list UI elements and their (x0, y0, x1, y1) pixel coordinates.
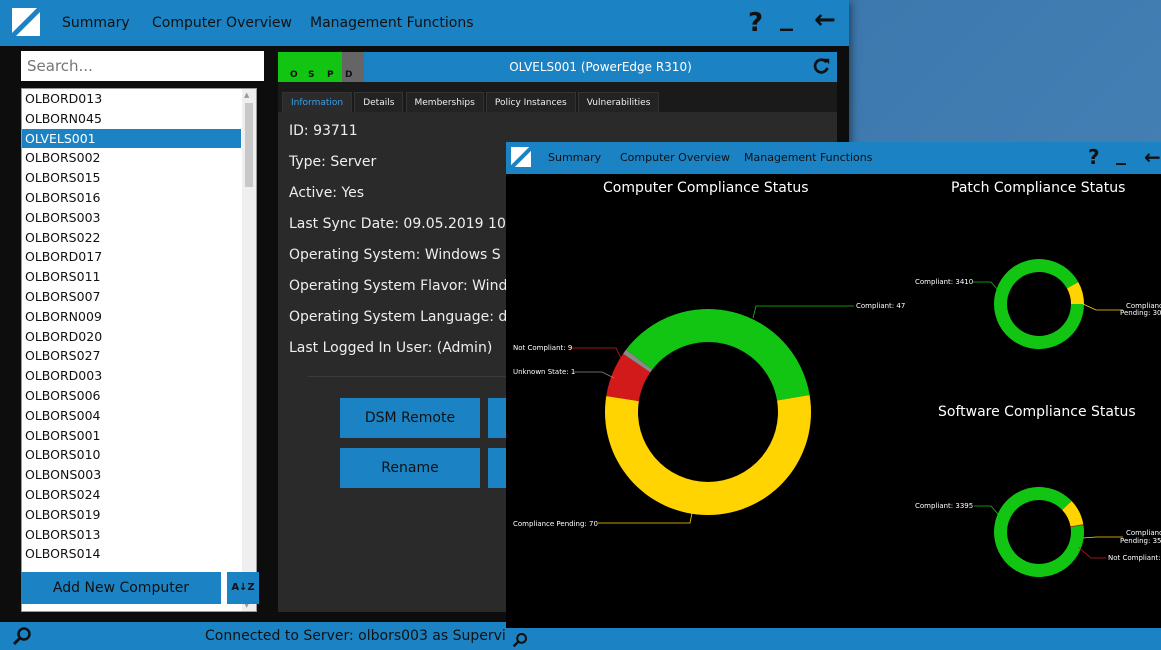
ospd-letter-o: O (290, 70, 298, 80)
detail-header-title: OLVELS001 (PowerEdge R310) (509, 60, 692, 74)
computer-list-item[interactable]: OLBORS022 (22, 228, 241, 248)
computer-list-item[interactable]: OLBORS013 (22, 525, 241, 545)
computer-sidebar: OLBORD013OLBORN045OLVELS001OLBORS002OLBO… (8, 46, 274, 612)
add-new-computer-button[interactable]: Add New Computer (21, 572, 221, 604)
computer-list-item[interactable]: OLBORS004 (22, 406, 241, 426)
computer-list-item[interactable]: OLBONS003 (22, 465, 241, 485)
label-compliance-pending: Compliance Pending: 70 (513, 520, 598, 528)
detail-header: OLVELS001 (PowerEdge R310) (364, 52, 837, 82)
label-software-compliant: Compliant: 3395 (915, 502, 973, 510)
info-last-sync: Last Sync Date: 09.05.2019 10 (289, 216, 506, 232)
label-patch-compliant-leader (972, 281, 999, 291)
label-patch-pending-value: Pending: 30 (1120, 309, 1161, 317)
tab-policy-instances[interactable]: Policy Instances (485, 92, 576, 114)
dsm-remote-button[interactable]: DSM Remote (340, 398, 480, 438)
label-not-compliant-leader (570, 347, 622, 359)
slice-compliance-pending (605, 395, 811, 515)
ospd-letter-d: D (345, 70, 353, 80)
slice-compliant (994, 259, 1084, 349)
computer-list-item[interactable]: OLBORS016 (22, 188, 241, 208)
dashboard-statusbar (506, 628, 1161, 650)
computer-list-item[interactable]: OLBORN009 (22, 307, 241, 327)
tab-memberships[interactable]: Memberships (405, 92, 484, 114)
dash-search-icon[interactable] (512, 632, 528, 648)
sort-az-icon[interactable]: A↓Z (227, 572, 259, 604)
app-logo (12, 8, 40, 36)
help-icon[interactable]: ? (748, 8, 763, 38)
computer-list-item[interactable]: OLBORS001 (22, 426, 241, 446)
computer-list-items: OLBORD013 OLBORN045 OLVELS001 OLBORS002 OLBO… (22, 89, 256, 564)
ospd-status-bar: O S P D (278, 52, 364, 82)
main-titlebar: Summary Computer Overview Management Fun… (0, 0, 849, 46)
label-unknown-state: Unknown State: 1 (513, 368, 575, 376)
label-patch-pending-leader (1082, 303, 1123, 311)
rename-button[interactable]: Rename (340, 448, 480, 488)
computer-list-item[interactable]: OLBORS007 (22, 287, 241, 307)
info-type: Type: Server (289, 154, 377, 170)
info-os-language: Operating System Language: d (289, 309, 508, 325)
label-software-pending: Compliance (1126, 529, 1161, 537)
scroll-thumb[interactable] (245, 103, 253, 187)
info-last-user: Last Logged In User: (Admin) (289, 340, 493, 356)
label-compliant: Compliant: 47 (856, 302, 905, 310)
computer-list-item[interactable]: OLBORS014 (22, 544, 241, 564)
ospd-letter-s: S (308, 70, 315, 80)
label-software-compliant-leader (974, 505, 999, 515)
computer-list-item[interactable]: OLBORS002 (22, 148, 241, 168)
label-software-not-compliant-leader (1077, 546, 1106, 559)
label-not-compliant: Not Compliant: 9 (513, 344, 572, 352)
info-os: Operating System: Windows S (289, 247, 501, 263)
connection-status: Connected to Server: olbors003 as Superv… (205, 628, 506, 644)
menu-summary[interactable]: Summary (62, 15, 130, 31)
detail-tabs: Information Details Memberships Policy I… (282, 90, 660, 114)
computer-list-item[interactable]: OLBORS027 (22, 346, 241, 366)
search-icon[interactable] (12, 626, 32, 646)
label-software-not-compliant: Not Compliant: (1108, 554, 1161, 562)
computer-list-item[interactable]: OLBORD003 (22, 366, 241, 386)
refresh-icon[interactable] (813, 57, 831, 75)
computer-list-item[interactable]: OLBORS011 (22, 267, 241, 287)
menu-management-functions[interactable]: Management Functions (310, 15, 474, 31)
ospd-letter-p: P (327, 70, 334, 80)
slice-compliant (626, 309, 810, 401)
label-software-pending-leader (1082, 536, 1123, 539)
computer-list-item[interactable]: OLBORS015 (22, 168, 241, 188)
computer-list-item[interactable]: OLVELS001 (22, 128, 241, 149)
computer-list-item[interactable]: OLBORS010 (22, 445, 241, 465)
computer-list-item[interactable]: OLBORD017 (22, 247, 241, 267)
computer-list-item[interactable]: OLBORS003 (22, 208, 241, 228)
back-arrow-icon[interactable]: ← (814, 5, 836, 35)
computer-list-item[interactable]: OLBORS019 (22, 505, 241, 525)
tab-vulnerabilities[interactable]: Vulnerabilities (577, 92, 660, 114)
search-input[interactable] (21, 51, 264, 81)
computer-list-item[interactable]: OLBORS006 (22, 386, 241, 406)
computer-list[interactable]: OLBORD013 OLBORN045 OLVELS001 OLBORS002 OLBO… (21, 88, 257, 612)
tab-details[interactable]: Details (354, 92, 404, 114)
compliance-charts: Compliant: 47 Compliance Pending: 70 Not C… (513, 259, 1161, 578)
list-scrollbar[interactable]: ▲ ▼ (242, 89, 256, 611)
computer-list-item[interactable]: OLBORS024 (22, 485, 241, 505)
computer-list-item[interactable]: OLBORD013 (22, 89, 241, 109)
minimize-icon[interactable]: _ (780, 2, 793, 32)
info-active: Active: Yes (289, 185, 365, 201)
info-os-flavor: Operating System Flavor: Wind (289, 278, 508, 294)
scroll-up-icon[interactable]: ▲ (244, 91, 249, 99)
computer-list-item[interactable]: OLBORD020 (22, 327, 241, 347)
info-id: ID: 93711 (289, 123, 358, 139)
computer-list-item[interactable]: OLBORN045 (22, 109, 241, 129)
dashboard-window: Summary Computer Overview Management Fun… (506, 142, 1161, 650)
label-patch-compliant: Compliant: 3410 (915, 278, 973, 286)
label-compliance-pending-leader (598, 512, 693, 524)
menu-computer-overview[interactable]: Computer Overview (152, 15, 292, 31)
tab-information[interactable]: Information (282, 92, 353, 114)
label-software-pending-value: Pending: 35 (1120, 537, 1161, 545)
label-unknown-state-leader (574, 371, 615, 379)
slice-compliant (994, 487, 1084, 578)
label-compliant-leader (752, 305, 854, 319)
